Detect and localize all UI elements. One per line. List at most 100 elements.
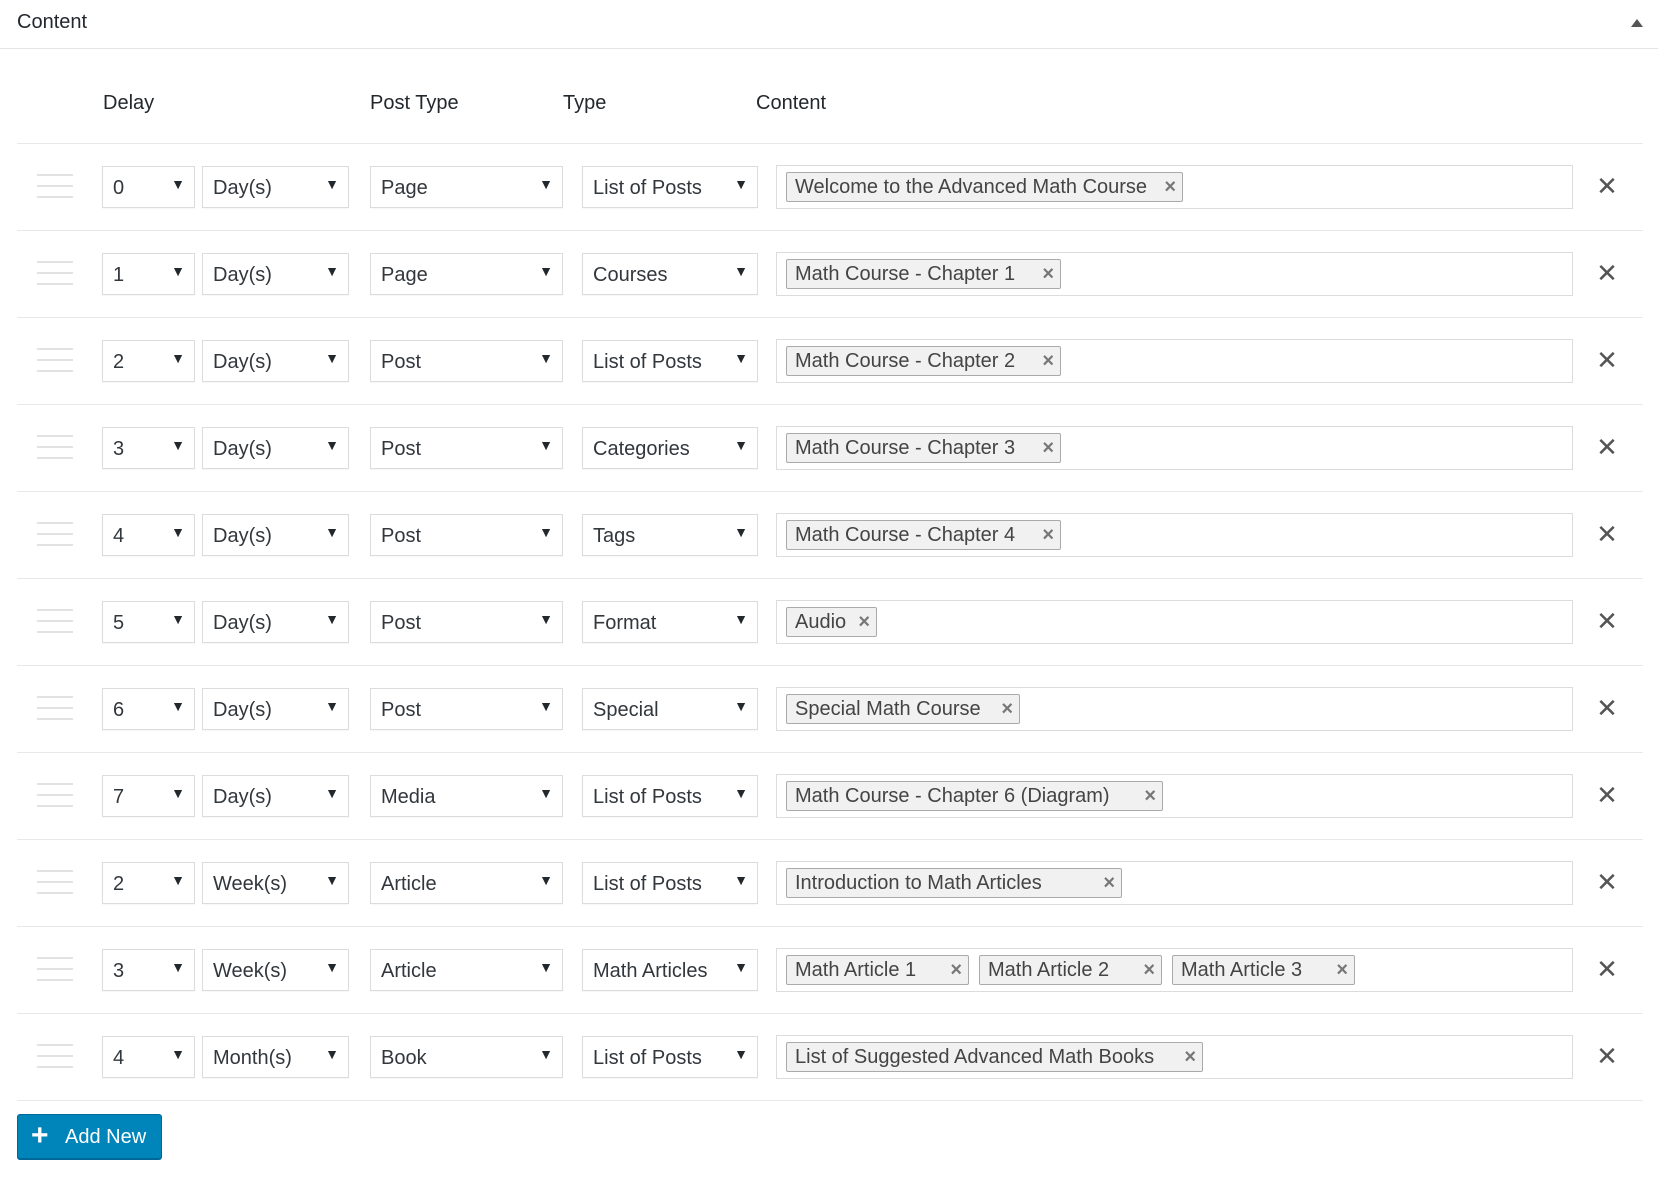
drag-handle-icon[interactable]	[37, 956, 73, 982]
content-field[interactable]: Introduction to Math Articles ×	[776, 861, 1573, 905]
drag-handle-icon[interactable]	[37, 173, 73, 199]
delay-number-select[interactable]: 6 ▼	[102, 688, 195, 730]
type-select[interactable]: Tags ▼	[582, 514, 758, 556]
type-select[interactable]: List of Posts ▼	[582, 340, 758, 382]
drag-handle-icon[interactable]	[37, 608, 73, 634]
table-row: 4 ▼ Month(s) ▼ Book ▼ List of Posts ▼ List of Su…	[17, 1013, 1643, 1100]
chevron-down-icon: ▼	[734, 785, 748, 801]
chevron-down-icon: ▼	[325, 524, 339, 540]
remove-row-button[interactable]: ✕	[1591, 1040, 1623, 1072]
delay-unit-select[interactable]: Day(s) ▼	[202, 775, 349, 817]
post-type-select-value: Article	[381, 873, 437, 895]
delay-unit-select[interactable]: Week(s) ▼	[202, 862, 349, 904]
content-field[interactable]: List of Suggested Advanced Math Books ×	[776, 1035, 1573, 1079]
post-type-select[interactable]: Article ▼	[370, 949, 563, 991]
delay-number-select[interactable]: 4 ▼	[102, 1036, 195, 1078]
post-type-select[interactable]: Post ▼	[370, 340, 563, 382]
delay-unit-select[interactable]: Day(s) ▼	[202, 166, 349, 208]
type-select[interactable]: Categories ▼	[582, 427, 758, 469]
tag-remove-icon[interactable]: ×	[1001, 695, 1013, 723]
delay-unit-select[interactable]: Day(s) ▼	[202, 688, 349, 730]
delay-number-select[interactable]: 0 ▼	[102, 166, 195, 208]
content-field[interactable]: Math Course - Chapter 2 ×	[776, 339, 1573, 383]
tag-remove-icon[interactable]: ×	[1336, 956, 1348, 984]
content-field[interactable]: Math Course - Chapter 3 ×	[776, 426, 1573, 470]
tag-remove-icon[interactable]: ×	[1042, 347, 1054, 375]
remove-row-button[interactable]: ✕	[1591, 170, 1623, 202]
content-field[interactable]: Math Course - Chapter 4 ×	[776, 513, 1573, 557]
remove-row-button[interactable]: ✕	[1591, 953, 1623, 985]
post-type-select[interactable]: Article ▼	[370, 862, 563, 904]
tag-remove-icon[interactable]: ×	[1184, 1043, 1196, 1071]
type-select[interactable]: List of Posts ▼	[582, 166, 758, 208]
post-type-select[interactable]: Page ▼	[370, 253, 563, 295]
tag-remove-icon[interactable]: ×	[1103, 869, 1115, 897]
type-select[interactable]: List of Posts ▼	[582, 1036, 758, 1078]
post-type-select[interactable]: Post ▼	[370, 688, 563, 730]
post-type-select[interactable]: Post ▼	[370, 514, 563, 556]
remove-row-button[interactable]: ✕	[1591, 605, 1623, 637]
chevron-down-icon: ▼	[171, 959, 185, 975]
post-type-select[interactable]: Book ▼	[370, 1036, 563, 1078]
remove-row-button[interactable]: ✕	[1591, 431, 1623, 463]
type-select[interactable]: Format ▼	[582, 601, 758, 643]
tag-remove-icon[interactable]: ×	[1042, 521, 1054, 549]
post-type-select[interactable]: Post ▼	[370, 601, 563, 643]
delay-number-select[interactable]: 4 ▼	[102, 514, 195, 556]
type-select[interactable]: Special ▼	[582, 688, 758, 730]
post-type-select[interactable]: Media ▼	[370, 775, 563, 817]
drag-handle-icon[interactable]	[37, 260, 73, 286]
content-field[interactable]: Math Course - Chapter 6 (Diagram) ×	[776, 774, 1573, 818]
delay-number-select[interactable]: 2 ▼	[102, 340, 195, 382]
content-field[interactable]: Math Course - Chapter 1 ×	[776, 252, 1573, 296]
delay-number-select[interactable]: 1 ▼	[102, 253, 195, 295]
tag-remove-icon[interactable]: ×	[858, 608, 870, 636]
tag-remove-icon[interactable]: ×	[950, 956, 962, 984]
delay-unit-select[interactable]: Day(s) ▼	[202, 427, 349, 469]
content-tag-label: Math Article 2	[988, 959, 1110, 981]
content-field[interactable]: Special Math Course ×	[776, 687, 1573, 731]
delay-unit-select[interactable]: Day(s) ▼	[202, 601, 349, 643]
tag-remove-icon[interactable]: ×	[1042, 434, 1054, 462]
delay-unit-select[interactable]: Week(s) ▼	[202, 949, 349, 991]
tag-remove-icon[interactable]: ×	[1143, 956, 1155, 984]
drag-handle-icon[interactable]	[37, 695, 73, 721]
post-type-select[interactable]: Post ▼	[370, 427, 563, 469]
type-select[interactable]: List of Posts ▼	[582, 862, 758, 904]
type-select[interactable]: List of Posts ▼	[582, 775, 758, 817]
chevron-down-icon: ▼	[171, 263, 185, 279]
drag-handle-icon[interactable]	[37, 521, 73, 547]
tag-remove-icon[interactable]: ×	[1042, 260, 1054, 288]
remove-row-button[interactable]: ✕	[1591, 866, 1623, 898]
delay-unit-select[interactable]: Month(s) ▼	[202, 1036, 349, 1078]
remove-row-button[interactable]: ✕	[1591, 692, 1623, 724]
delay-unit-select[interactable]: Day(s) ▼	[202, 514, 349, 556]
drag-handle-icon[interactable]	[37, 347, 73, 373]
type-select[interactable]: Courses ▼	[582, 253, 758, 295]
tag-remove-icon[interactable]: ×	[1164, 173, 1176, 201]
remove-row-button[interactable]: ✕	[1591, 344, 1623, 376]
remove-row-button[interactable]: ✕	[1591, 779, 1623, 811]
remove-row-button[interactable]: ✕	[1591, 518, 1623, 550]
delay-number-select[interactable]: 3 ▼	[102, 949, 195, 991]
add-new-button[interactable]: + Add New	[17, 1114, 162, 1159]
post-type-select[interactable]: Page ▼	[370, 166, 563, 208]
delay-unit-select[interactable]: Day(s) ▼	[202, 253, 349, 295]
drag-handle-icon[interactable]	[37, 434, 73, 460]
delay-unit-select[interactable]: Day(s) ▼	[202, 340, 349, 382]
remove-row-button[interactable]: ✕	[1591, 257, 1623, 289]
content-tag: Special Math Course ×	[786, 694, 1020, 724]
tag-remove-icon[interactable]: ×	[1144, 782, 1156, 810]
collapse-toggle-button[interactable]	[1623, 10, 1649, 36]
delay-number-select[interactable]: 2 ▼	[102, 862, 195, 904]
type-select[interactable]: Math Articles ▼	[582, 949, 758, 991]
drag-handle-icon[interactable]	[37, 1043, 73, 1069]
delay-number-select[interactable]: 3 ▼	[102, 427, 195, 469]
content-field[interactable]: Audio ×	[776, 600, 1573, 644]
drag-handle-icon[interactable]	[37, 869, 73, 895]
content-field[interactable]: Math Article 1 × Math Article 2 × Math Artic…	[776, 948, 1573, 992]
content-field[interactable]: Welcome to the Advanced Math Course ×	[776, 165, 1573, 209]
delay-number-select[interactable]: 5 ▼	[102, 601, 195, 643]
drag-handle-icon[interactable]	[37, 782, 73, 808]
delay-number-select[interactable]: 7 ▼	[102, 775, 195, 817]
